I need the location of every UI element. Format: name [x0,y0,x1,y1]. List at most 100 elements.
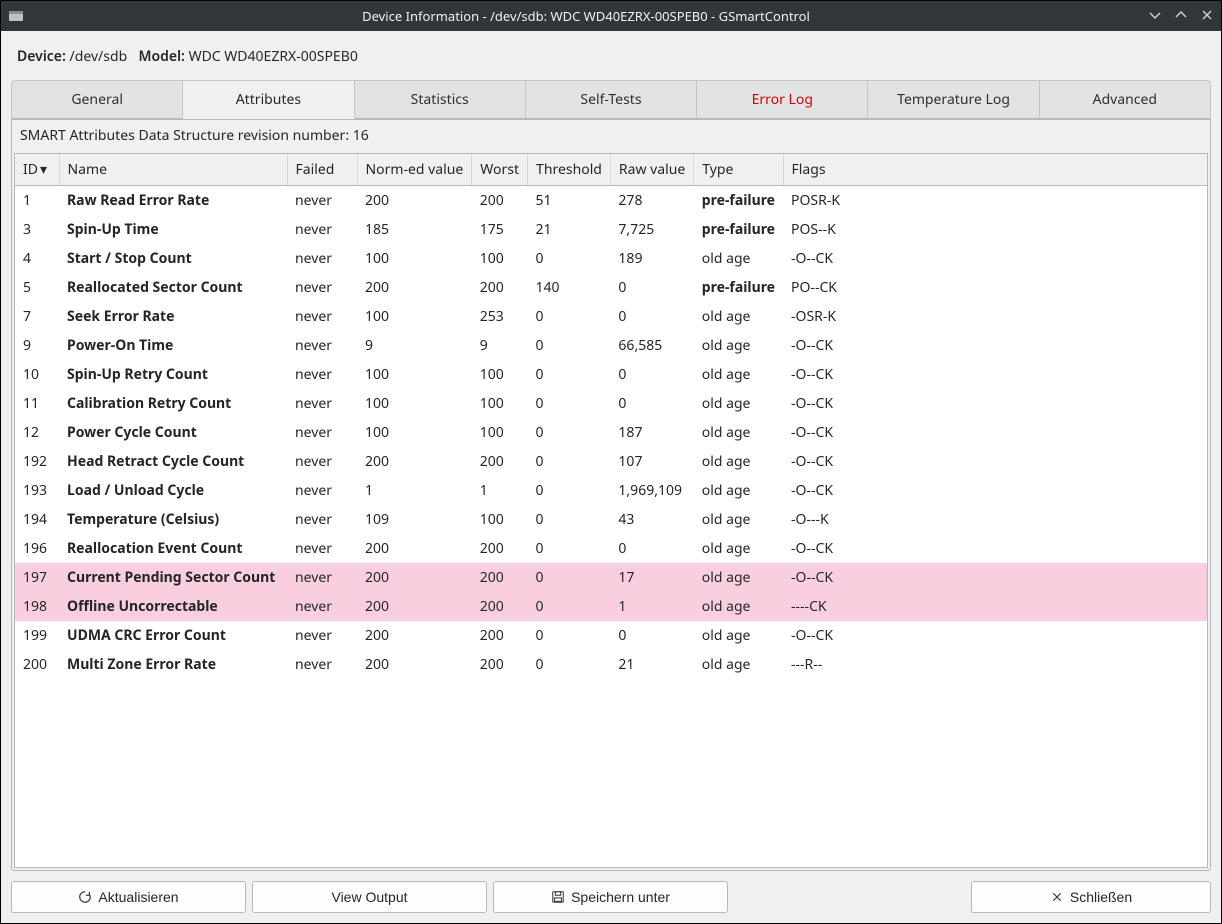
cell-type: old age [694,534,783,563]
cell-norm: 200 [357,186,472,216]
cell-raw: 0 [610,389,693,418]
cell-id: 11 [15,389,59,418]
save-as-button[interactable]: Speichern unter [493,881,728,913]
tab-temperature-log[interactable]: Temperature Log [868,80,1039,119]
cell-flags: -O--CK [783,360,1207,389]
view-output-button[interactable]: View Output [252,881,487,913]
cell-threshold: 0 [528,592,611,621]
table-row[interactable]: 12Power Cycle Countnever1001000187old ag… [15,418,1207,447]
close-button[interactable]: Schließen [971,881,1211,913]
cell-flags: -O--CK [783,621,1207,650]
cell-worst: 100 [472,360,528,389]
model-label: Model: [138,47,184,66]
tab-general[interactable]: General [11,80,183,119]
close-label: Schließen [1070,889,1132,905]
col-type[interactable]: Type [694,154,783,186]
table-row[interactable]: 193Load / Unload Cyclenever1101,969,109o… [15,476,1207,505]
cell-raw: 66,585 [610,331,693,360]
cell-worst: 200 [472,447,528,476]
cell-type: old age [694,244,783,273]
tab-advanced[interactable]: Advanced [1040,80,1211,119]
cell-type: old age [694,418,783,447]
table-row[interactable]: 197Current Pending Sector Countnever2002… [15,563,1207,592]
cell-failed: never [287,476,357,505]
cell-id: 9 [15,331,59,360]
col-norm[interactable]: Norm-ed value [357,154,472,186]
cell-norm: 100 [357,360,472,389]
tab-statistics[interactable]: Statistics [355,80,526,119]
table-row[interactable]: 9Power-On Timenever99066,585old age-O--C… [15,331,1207,360]
cell-name: Raw Read Error Rate [59,186,287,216]
cell-worst: 200 [472,534,528,563]
cell-failed: never [287,273,357,302]
table-row[interactable]: 200Multi Zone Error Ratenever200200021ol… [15,650,1207,679]
cell-failed: never [287,534,357,563]
cell-failed: never [287,215,357,244]
table-row[interactable]: 199UDMA CRC Error Countnever20020000old … [15,621,1207,650]
close-icon [1050,890,1064,904]
cell-name: Power-On Time [59,331,287,360]
cell-threshold: 0 [528,360,611,389]
cell-worst: 253 [472,302,528,331]
cell-id: 194 [15,505,59,534]
cell-failed: never [287,418,357,447]
cell-name: Reallocated Sector Count [59,273,287,302]
cell-raw: 1,969,109 [610,476,693,505]
cell-threshold: 21 [528,215,611,244]
cell-flags: -O--CK [783,244,1207,273]
titlebar[interactable]: Device Information - /dev/sdb: WDC WD40E… [1,1,1221,31]
cell-flags: -O--CK [783,331,1207,360]
col-failed[interactable]: Failed [287,154,357,186]
cell-threshold: 0 [528,244,611,273]
col-id[interactable]: ID▾ [15,154,59,186]
cell-name: UDMA CRC Error Count [59,621,287,650]
table-row[interactable]: 4Start / Stop Countnever1001000189old ag… [15,244,1207,273]
cell-type: old age [694,621,783,650]
maximize-button[interactable] [1173,8,1189,25]
minimize-button[interactable] [1147,8,1163,25]
cell-id: 5 [15,273,59,302]
tab-attributes[interactable]: Attributes [183,80,354,119]
cell-id: 1 [15,186,59,216]
col-raw[interactable]: Raw value [610,154,693,186]
cell-flags: -O--CK [783,389,1207,418]
attributes-table-container[interactable]: ID▾ Name Failed Norm-ed value Worst Thre… [14,153,1208,868]
table-row[interactable]: 192Head Retract Cycle Countnever20020001… [15,447,1207,476]
col-flags[interactable]: Flags [783,154,1207,186]
cell-failed: never [287,244,357,273]
cell-name: Start / Stop Count [59,244,287,273]
table-row[interactable]: 5Reallocated Sector Countnever2002001400… [15,273,1207,302]
table-row[interactable]: 11Calibration Retry Countnever10010000ol… [15,389,1207,418]
close-window-button[interactable] [1199,8,1215,25]
cell-worst: 200 [472,621,528,650]
cell-norm: 200 [357,592,472,621]
tab-self-tests[interactable]: Self-Tests [526,80,697,119]
table-row[interactable]: 3Spin-Up Timenever185175217,725pre-failu… [15,215,1207,244]
table-row[interactable]: 198Offline Uncorrectablenever20020001old… [15,592,1207,621]
cell-name: Reallocation Event Count [59,534,287,563]
cell-raw: 21 [610,650,693,679]
refresh-button[interactable]: Aktualisieren [11,881,246,913]
cell-type: old age [694,563,783,592]
table-row[interactable]: 7Seek Error Ratenever10025300old age-OSR… [15,302,1207,331]
col-worst[interactable]: Worst [472,154,528,186]
cell-id: 200 [15,650,59,679]
cell-id: 4 [15,244,59,273]
cell-failed: never [287,186,357,216]
cell-norm: 100 [357,244,472,273]
cell-threshold: 0 [528,476,611,505]
tab-error-log[interactable]: Error Log [697,80,868,119]
table-row[interactable]: 10Spin-Up Retry Countnever10010000old ag… [15,360,1207,389]
cell-name: Calibration Retry Count [59,389,287,418]
table-row[interactable]: 1Raw Read Error Ratenever20020051278pre-… [15,186,1207,216]
table-row[interactable]: 196Reallocation Event Countnever20020000… [15,534,1207,563]
cell-threshold: 0 [528,621,611,650]
col-name[interactable]: Name [59,154,287,186]
cell-type: pre-failure [694,186,783,216]
app-window: Device Information - /dev/sdb: WDC WD40E… [0,0,1222,924]
device-label: Device: [17,47,66,66]
save-icon [551,890,565,904]
cell-flags: -OSR-K [783,302,1207,331]
table-row[interactable]: 194Temperature (Celsius)never109100043ol… [15,505,1207,534]
col-threshold[interactable]: Threshold [528,154,611,186]
